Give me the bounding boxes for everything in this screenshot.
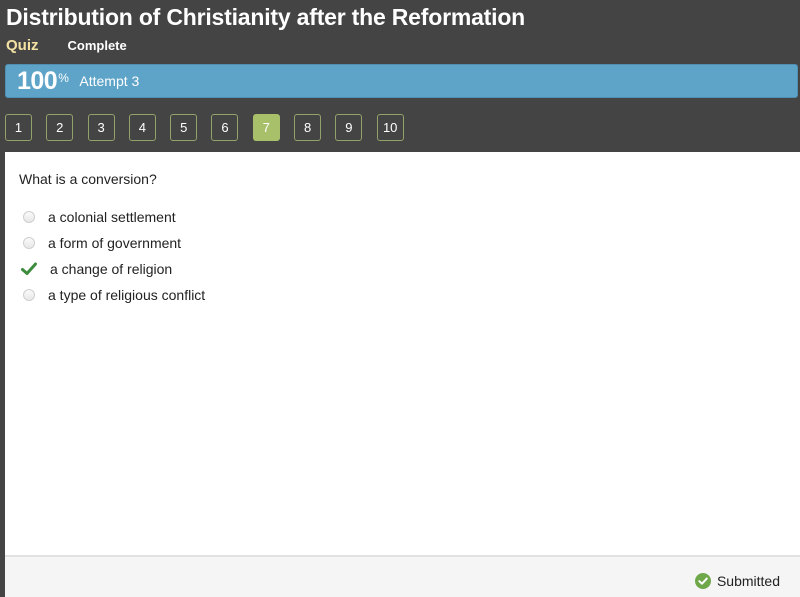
submitted-label: Submitted [716,573,780,589]
question-button-5[interactable]: 5 [170,114,198,141]
score-unit: % [58,70,69,85]
answer-label: a change of religion [50,261,173,277]
radio-icon[interactable] [23,289,35,301]
checkmark-icon [21,262,37,275]
question-panel: What is a conversion? a colonial settlem… [5,152,800,555]
page-title: Distribution of Christianity after the R… [6,4,526,30]
question-button-9[interactable]: 9 [335,114,363,141]
question-navigation: 1 2 3 4 5 6 7 8 9 10 [5,114,418,141]
answer-label: a type of religious conflict [48,287,206,303]
quiz-label: Quiz [6,37,39,54]
answer-options: a colonial settlement a form of governme… [21,204,205,308]
question-button-7-active[interactable]: 7 [252,114,280,141]
score-value: 100% [17,66,69,96]
submitted-status: Submitted [694,573,780,589]
radio-icon[interactable] [23,237,35,249]
answer-option[interactable]: a form of government [21,230,205,256]
radio-icon[interactable] [23,211,35,223]
question-button-4[interactable]: 4 [128,114,156,141]
completion-status: Complete [67,38,127,53]
footer-bar: Submitted [5,555,800,597]
check-circle-icon [694,573,711,589]
question-button-6[interactable]: 6 [211,114,239,141]
question-button-8[interactable]: 8 [294,114,322,141]
question-button-10[interactable]: 10 [376,114,404,141]
question-text: What is a conversion? [19,171,157,187]
score-number: 100 [17,66,58,95]
question-button-3[interactable]: 3 [87,114,115,141]
answer-label: a colonial settlement [48,209,176,225]
question-button-2[interactable]: 2 [46,114,74,141]
score-bar: 100% Attempt 3 [5,64,798,98]
answer-option-correct[interactable]: a change of religion [21,256,205,282]
answer-option[interactable]: a type of religious conflict [21,282,205,308]
question-button-1[interactable]: 1 [5,114,32,141]
attempt-label: Attempt 3 [79,73,140,89]
answer-label: a form of government [48,235,182,251]
subheader: Quiz Complete [6,37,127,54]
answer-option[interactable]: a colonial settlement [21,204,205,230]
